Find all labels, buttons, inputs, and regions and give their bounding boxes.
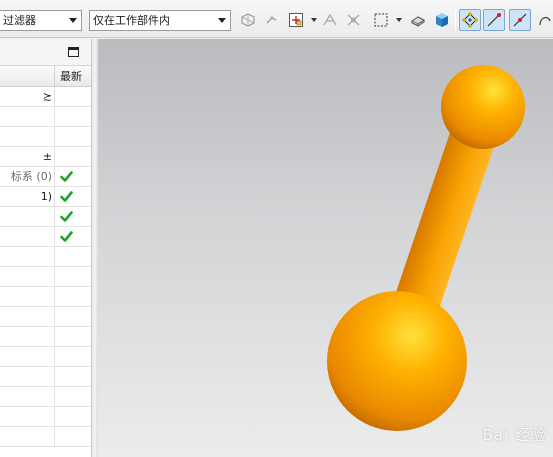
navigator-row-latest <box>56 427 91 446</box>
navigator-row-name <box>0 287 55 306</box>
navigator-row[interactable] <box>0 287 91 307</box>
check-icon <box>60 171 73 182</box>
check-icon <box>60 231 73 242</box>
graphics-window[interactable]: Bai 经验 <box>98 39 553 457</box>
navigator-row-name <box>0 127 55 146</box>
navigator-row-latest <box>56 107 91 126</box>
navigator-row-latest <box>56 167 91 186</box>
navigator-row-latest <box>56 387 91 406</box>
part-navigator-panel: 最新 ≿ ± 标系 (0) 1) <box>0 39 91 457</box>
navigator-row-latest <box>56 147 91 166</box>
chevron-down-icon[interactable] <box>311 18 317 22</box>
panel-splitter[interactable] <box>91 39 98 457</box>
navigator-row[interactable]: 标系 (0) <box>0 167 91 187</box>
dumbbell-large-sphere[interactable] <box>327 291 467 431</box>
selection-scope-dropdown[interactable]: 仅在工作部件内 <box>89 10 231 31</box>
navigator-row[interactable] <box>0 307 91 327</box>
navigator-row[interactable]: ± <box>0 147 91 167</box>
snap-arc-center-icon[interactable] <box>535 10 553 30</box>
navigator-row[interactable]: ≿ <box>0 87 91 107</box>
navigator-row-latest <box>56 307 91 326</box>
check-icon <box>60 211 73 222</box>
chevron-down-icon <box>218 18 226 23</box>
navigator-row-latest <box>56 287 91 306</box>
chevron-down-icon[interactable] <box>396 18 402 22</box>
dumbbell-model[interactable] <box>98 39 553 457</box>
intersection-icon[interactable] <box>344 10 364 30</box>
column-header-latest[interactable]: 最新 <box>56 66 91 87</box>
navigator-row-name <box>0 327 55 346</box>
navigator-row-name: 1) <box>0 187 55 206</box>
snap-control-point-icon[interactable] <box>459 9 481 31</box>
snap-endpoint-icon[interactable] <box>483 9 505 31</box>
maximize-icon[interactable] <box>68 47 79 57</box>
rectangle-select-icon[interactable] <box>371 10 391 30</box>
navigator-row-label: ± <box>42 150 52 163</box>
type-filter-value: 过滤器 <box>3 14 36 27</box>
navigator-row[interactable] <box>0 427 91 447</box>
panel-titlebar <box>0 39 91 65</box>
selection-toolbar: 过滤器 仅在工作部件内 <box>0 0 553 38</box>
navigator-row-latest <box>56 367 91 386</box>
toolbar-separator <box>455 10 456 30</box>
navigator-row[interactable] <box>0 267 91 287</box>
navigator-tree: ≿ ± 标系 (0) 1) <box>0 87 91 447</box>
navigator-row-latest <box>56 347 91 366</box>
navigator-row-latest <box>56 327 91 346</box>
navigator-row-name <box>0 407 55 426</box>
navigator-row-name <box>0 347 55 366</box>
curve-rule-icon[interactable] <box>320 10 340 30</box>
navigator-row-latest <box>56 127 91 146</box>
navigator-row[interactable] <box>0 407 91 427</box>
navigator-row-name <box>0 247 55 266</box>
navigator-row-name <box>0 387 55 406</box>
component-select-icon[interactable] <box>238 10 258 30</box>
navigator-row-name <box>0 107 55 126</box>
baidu-watermark: Bai 经验 <box>482 426 547 444</box>
dumbbell-small-sphere[interactable] <box>441 65 525 149</box>
selection-scope-value: 仅在工作部件内 <box>93 14 170 27</box>
navigator-row-latest <box>56 207 91 226</box>
navigator-column-header: 最新 <box>0 65 91 87</box>
snap-midpoint-icon[interactable] <box>509 9 531 31</box>
check-icon <box>60 191 73 202</box>
navigator-row[interactable] <box>0 207 91 227</box>
navigator-row-name <box>0 267 55 286</box>
navigator-row-name: ≿ <box>0 87 55 106</box>
navigator-row-latest <box>56 267 91 286</box>
navigator-row-label: 标系 (0) <box>10 170 52 183</box>
navigator-row[interactable] <box>0 127 91 147</box>
snap-point-icon[interactable] <box>262 10 282 30</box>
navigator-row-latest <box>56 87 91 106</box>
shaded-cube-icon[interactable] <box>432 10 452 30</box>
navigator-row[interactable] <box>0 227 91 247</box>
navigator-row-name <box>0 427 55 446</box>
type-filter-dropdown[interactable]: 过滤器 <box>0 10 82 31</box>
view-orient-icon[interactable] <box>408 10 428 30</box>
navigator-row-latest <box>56 187 91 206</box>
navigator-row[interactable] <box>0 367 91 387</box>
navigator-row-name <box>0 307 55 326</box>
navigator-row-latest <box>56 407 91 426</box>
navigator-row-latest <box>56 247 91 266</box>
navigator-row-name <box>0 227 55 246</box>
navigator-row[interactable] <box>0 387 91 407</box>
navigator-row-name <box>0 207 55 226</box>
navigator-row[interactable]: 1) <box>0 187 91 207</box>
navigator-row[interactable] <box>0 247 91 267</box>
navigator-row-name: 标系 (0) <box>0 167 55 186</box>
navigator-row[interactable] <box>0 327 91 347</box>
navigator-row[interactable] <box>0 107 91 127</box>
column-header-name[interactable] <box>0 66 55 87</box>
navigator-row-label: 1) <box>40 190 52 203</box>
chevron-down-icon <box>69 18 77 23</box>
navigator-row-name <box>0 367 55 386</box>
point-constructor-icon[interactable] <box>286 10 306 30</box>
navigator-row-label: ≿ <box>42 90 52 103</box>
navigator-row-latest <box>56 227 91 246</box>
navigator-row[interactable] <box>0 347 91 367</box>
navigator-row-name: ± <box>0 147 55 166</box>
